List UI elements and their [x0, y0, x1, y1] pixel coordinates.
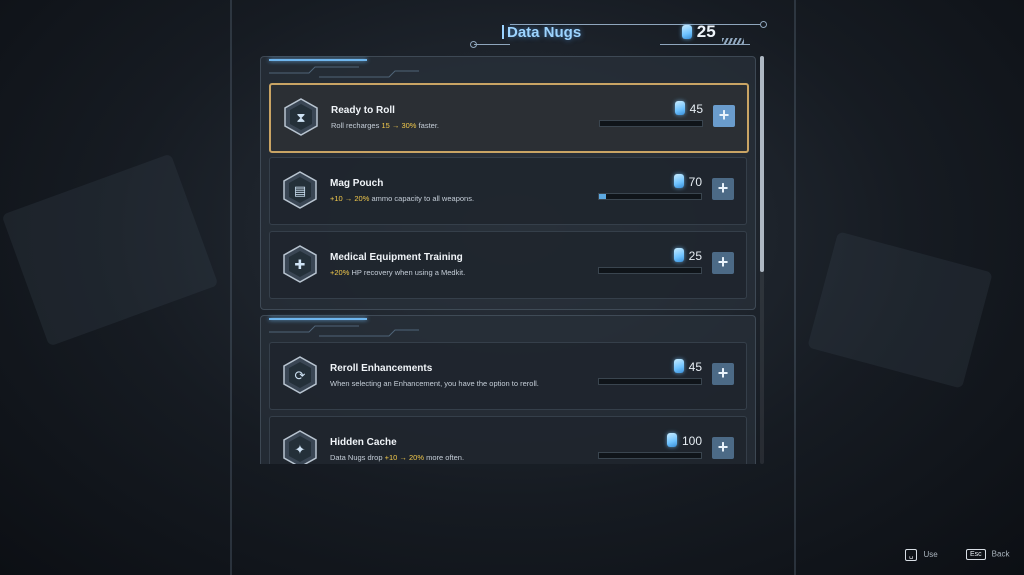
hourglass-icon: ⧗: [281, 97, 321, 137]
circuit-decoration: [269, 66, 419, 78]
upgrade-progress-bar: [598, 452, 702, 459]
upgrade-cost: 100: [666, 433, 702, 448]
currency-display: 25: [682, 22, 716, 42]
header-dot: [760, 21, 767, 28]
upgrade-cost: 45: [674, 101, 703, 116]
upgrade-title: Medical Equipment Training: [330, 252, 463, 263]
header-line: [660, 44, 750, 45]
upgrade-cost: 25: [673, 248, 702, 263]
data-nug-icon: [673, 174, 684, 188]
scrollbar-thumb[interactable]: [760, 56, 764, 272]
data-nug-icon: [673, 359, 684, 373]
header-dot: [470, 41, 477, 48]
upgrade-header: Data Nugs 25: [470, 18, 770, 56]
circuit-decoration: [269, 325, 419, 337]
ammo-pouch-icon: ▤: [280, 170, 320, 210]
upgrade-description: +10 → 20% ammo capacity to all weapons.: [330, 194, 475, 203]
purchase-plus-button[interactable]: +: [713, 105, 735, 127]
hint-use[interactable]: ␣ Use: [905, 549, 938, 561]
upgrade-card[interactable]: ✚ Medical Equipment Training +20% HP recov…: [269, 231, 747, 299]
space-key-icon: ␣: [905, 549, 918, 561]
hint-back[interactable]: Esc Back: [966, 549, 1009, 560]
upgrade-card[interactable]: ▤ Mag Pouch +10 → 20% ammo capacity to all…: [269, 157, 747, 225]
upgrade-progress-bar: [599, 120, 703, 127]
purchase-plus-button[interactable]: +: [712, 178, 734, 200]
upgrade-progress-bar: [598, 193, 702, 200]
frame-line-right: [794, 0, 796, 575]
svg-text:✦: ✦: [295, 443, 306, 458]
svg-text:⟳: ⟳: [295, 369, 306, 384]
upgrade-section: ⧗ Ready to Roll Roll recharges 15 → 30% fa…: [260, 56, 756, 310]
background-blur: [807, 231, 993, 389]
upgrade-section: ⟳ Reroll Enhancements When selecting an En…: [260, 315, 756, 464]
reroll-icon: ⟳: [280, 355, 320, 395]
upgrade-card[interactable]: ⧗ Ready to Roll Roll recharges 15 → 30% fa…: [269, 83, 749, 153]
upgrade-description: +20% HP recovery when using a Medkit.: [330, 268, 466, 277]
upgrade-description: When selecting an Enhancement, you have …: [330, 379, 539, 388]
data-nug-icon: [674, 101, 685, 115]
upgrade-cost: 70: [673, 174, 702, 189]
upgrade-title: Ready to Roll: [331, 105, 395, 116]
svg-text:▤: ▤: [294, 184, 306, 199]
upgrade-progress-bar: [598, 267, 702, 274]
background-blur: [1, 153, 219, 347]
hint-back-label: Back: [991, 549, 1010, 559]
upgrade-cost: 45: [673, 359, 702, 374]
section-tab-bar: [269, 59, 367, 61]
cache-icon: ✦: [280, 429, 320, 464]
section-tab-bar: [269, 318, 367, 320]
upgrade-card[interactable]: ✦ Hidden Cache Data Nugs drop +10 → 20% mo…: [269, 416, 747, 464]
esc-key-icon: Esc: [966, 549, 986, 560]
purchase-plus-button[interactable]: +: [712, 363, 734, 385]
page-title: Data Nugs: [502, 24, 581, 41]
hint-use-label: Use: [923, 550, 938, 560]
data-nug-icon: [666, 433, 677, 447]
frame-line-left: [230, 0, 232, 575]
svg-text:✚: ✚: [295, 258, 306, 273]
svg-text:⧗: ⧗: [296, 111, 305, 126]
upgrade-list[interactable]: ⧗ Ready to Roll Roll recharges 15 → 30% fa…: [258, 56, 758, 464]
upgrade-description: Roll recharges 15 → 30% faster.: [331, 121, 439, 130]
upgrade-title: Reroll Enhancements: [330, 363, 433, 374]
upgrade-title: Hidden Cache: [330, 437, 397, 448]
medic-icon: ✚: [280, 244, 320, 284]
purchase-plus-button[interactable]: +: [712, 252, 734, 274]
upgrade-progress-bar: [598, 378, 702, 385]
upgrade-title: Mag Pouch: [330, 178, 384, 189]
upgrade-description: Data Nugs drop +10 → 20% more often.: [330, 453, 465, 462]
header-line: [474, 44, 510, 45]
data-nug-icon: [673, 248, 684, 262]
upgrade-card[interactable]: ⟳ Reroll Enhancements When selecting an En…: [269, 342, 747, 410]
purchase-plus-button[interactable]: +: [712, 437, 734, 459]
data-nug-icon: [682, 25, 692, 39]
header-hatch: [722, 38, 744, 44]
progress-fill: [599, 194, 607, 199]
